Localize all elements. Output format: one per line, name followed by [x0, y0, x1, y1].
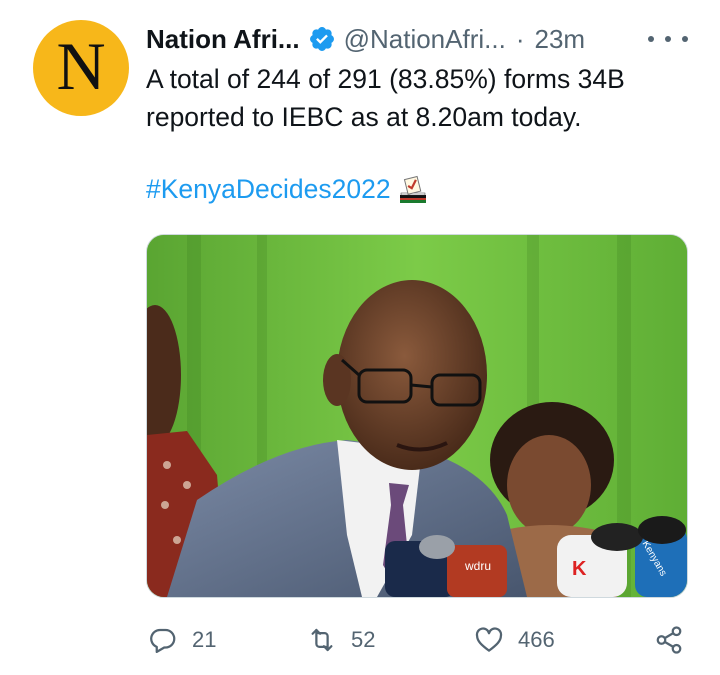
- tweet-text: A total of 244 of 291 (83.85%) forms 34B…: [146, 64, 625, 132]
- reply-count: 21: [192, 627, 217, 652]
- retweet-icon: [311, 628, 333, 652]
- mic-brand-k: K: [572, 558, 587, 580]
- avatar-letter: N: [56, 28, 106, 104]
- retweet-button[interactable]: 52: [307, 618, 375, 662]
- press-conference-photo: wdru K Kenyans: [147, 235, 687, 597]
- hashtag-link[interactable]: #KenyaDecides2022: [146, 174, 391, 205]
- handle[interactable]: @NationAfri...: [344, 24, 506, 55]
- display-name[interactable]: Nation Afri...: [146, 24, 300, 55]
- more-options-icon[interactable]: [648, 24, 688, 54]
- reply-icon: [150, 628, 176, 653]
- mic-brand-wdru: wdru: [464, 559, 491, 573]
- like-button[interactable]: 466: [474, 618, 555, 662]
- hashtag-line: #KenyaDecides2022: [146, 174, 429, 205]
- share-button[interactable]: [654, 618, 684, 662]
- tweet-media-photo[interactable]: wdru K Kenyans: [146, 234, 688, 598]
- reply-button[interactable]: 21: [148, 618, 216, 662]
- heart-icon: [475, 627, 503, 652]
- tweet-actions: 21 52 466: [0, 618, 720, 662]
- like-count: 466: [518, 627, 555, 652]
- ballot-box-emoji-icon: [399, 175, 426, 203]
- avatar[interactable]: N: [33, 20, 129, 116]
- verified-badge-icon: [309, 27, 334, 51]
- retweet-count: 52: [351, 627, 376, 652]
- share-icon: [656, 626, 682, 654]
- timestamp[interactable]: 23m: [535, 24, 586, 55]
- tweet-header: Nation Afri... @NationAfri... · 23m: [146, 22, 585, 56]
- separator-dot: ·: [515, 23, 525, 54]
